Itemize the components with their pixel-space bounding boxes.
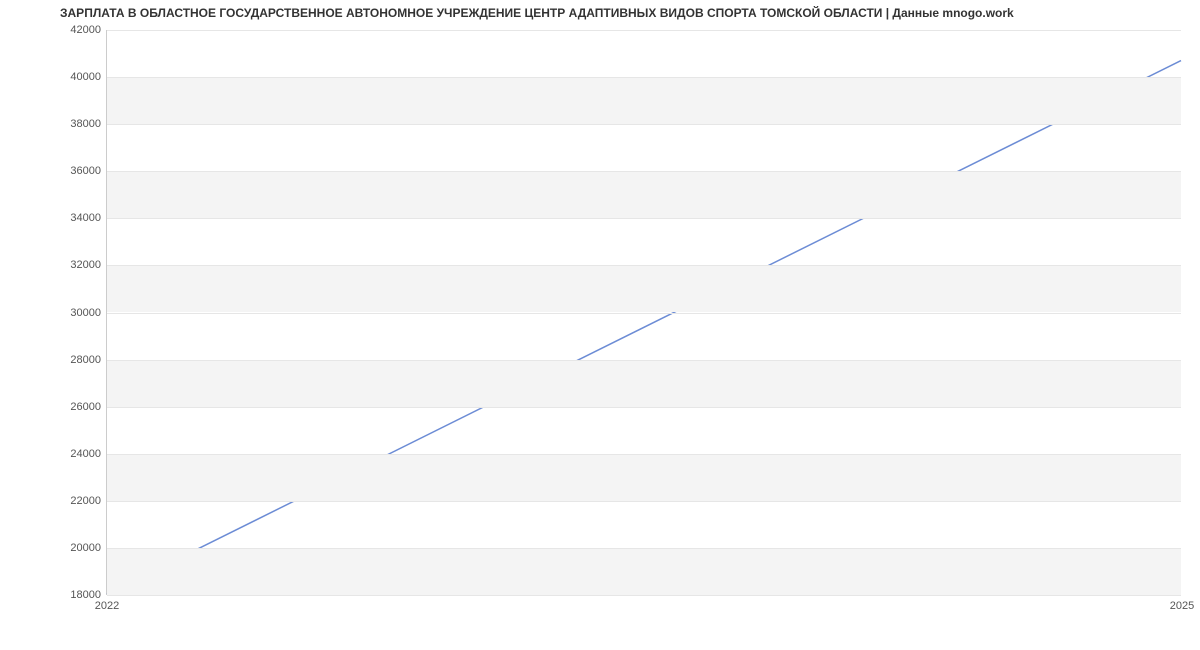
y-tick-label: 28000 <box>70 354 101 366</box>
y-tick-label: 34000 <box>70 212 101 224</box>
chart-title: ЗАРПЛАТА В ОБЛАСТНОЕ ГОСУДАРСТВЕННОЕ АВТ… <box>60 6 1014 20</box>
y-tick-label: 40000 <box>70 71 101 83</box>
y-tick-label: 26000 <box>70 401 101 413</box>
grid-band <box>107 548 1181 595</box>
y-gridline <box>107 454 1181 455</box>
y-tick-label: 32000 <box>70 259 101 271</box>
grid-band <box>107 171 1181 218</box>
y-gridline <box>107 30 1181 31</box>
y-tick-label: 20000 <box>70 542 101 554</box>
y-tick-label: 24000 <box>70 448 101 460</box>
y-gridline <box>107 548 1181 549</box>
x-tick-label: 2025 <box>1170 600 1194 612</box>
x-tick-label: 2022 <box>95 600 119 612</box>
y-gridline <box>107 171 1181 172</box>
grid-band <box>107 265 1181 312</box>
y-gridline <box>107 77 1181 78</box>
y-gridline <box>107 595 1181 596</box>
y-gridline <box>107 124 1181 125</box>
y-tick-label: 22000 <box>70 495 101 507</box>
chart-container: ЗАРПЛАТА В ОБЛАСТНОЕ ГОСУДАРСТВЕННОЕ АВТ… <box>0 0 1200 650</box>
grid-band <box>107 77 1181 124</box>
y-gridline <box>107 407 1181 408</box>
y-tick-label: 38000 <box>70 118 101 130</box>
y-gridline <box>107 360 1181 361</box>
plot-area: 1800020000220002400026000280003000032000… <box>106 30 1181 595</box>
y-gridline <box>107 265 1181 266</box>
y-gridline <box>107 313 1181 314</box>
y-tick-label: 36000 <box>70 165 101 177</box>
y-gridline <box>107 501 1181 502</box>
y-tick-label: 30000 <box>70 307 101 319</box>
grid-band <box>107 360 1181 407</box>
y-tick-label: 42000 <box>70 24 101 36</box>
grid-band <box>107 454 1181 501</box>
series-line <box>107 61 1181 594</box>
y-gridline <box>107 218 1181 219</box>
